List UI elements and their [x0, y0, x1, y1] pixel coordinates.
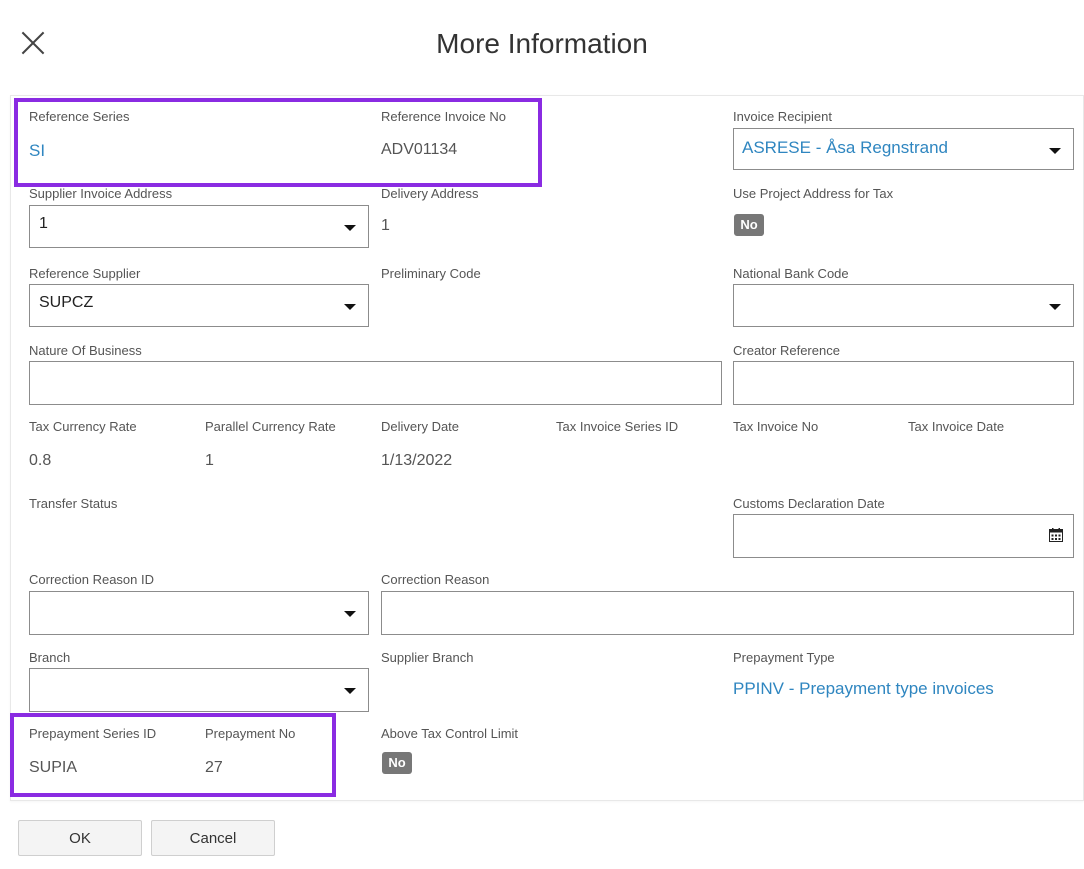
- prepayment-no-value: 27: [205, 759, 223, 776]
- tax-currency-rate-label: Tax Currency Rate: [29, 419, 137, 434]
- nature-of-business-label: Nature Of Business: [29, 343, 142, 358]
- tax-invoice-date-label: Tax Invoice Date: [908, 419, 1005, 434]
- prepayment-no-label: Prepayment No: [205, 726, 296, 741]
- prepayment-series-id-label: Prepayment Series ID: [29, 726, 157, 741]
- use-project-address-toggle[interactable]: No: [734, 214, 764, 236]
- chevron-down-icon: [344, 611, 356, 617]
- tax-currency-rate-value: 0.8: [29, 452, 52, 469]
- above-tax-control-limit-label: Above Tax Control Limit: [381, 726, 519, 741]
- prepayment-series-id-value: SUPIA: [29, 759, 78, 776]
- creator-reference-label: Creator Reference: [733, 343, 840, 358]
- transfer-status-label: Transfer Status: [29, 496, 118, 511]
- national-bank-code-select[interactable]: [733, 284, 1074, 327]
- preliminary-code-label: Preliminary Code: [381, 266, 481, 281]
- invoice-recipient-label: Invoice Recipient: [733, 109, 832, 124]
- supplier-branch-label: Supplier Branch: [381, 650, 474, 665]
- parallel-currency-rate-label: Parallel Currency Rate: [205, 419, 336, 434]
- delivery-date-value: 1/13/2022: [381, 452, 453, 469]
- delivery-date-label: Delivery Date: [381, 419, 460, 434]
- supplier-invoice-address-value: 1: [39, 215, 48, 232]
- delivery-address-label: Delivery Address: [381, 186, 479, 201]
- ok-button[interactable]: OK: [18, 820, 142, 856]
- reference-supplier-label: Reference Supplier: [29, 266, 141, 281]
- chevron-down-icon: [1049, 304, 1061, 310]
- reference-invoice-no-label: Reference Invoice No: [381, 109, 507, 124]
- chevron-down-icon: [344, 304, 356, 310]
- national-bank-code-label: National Bank Code: [733, 266, 849, 281]
- creator-reference-input[interactable]: [733, 361, 1074, 405]
- tax-invoice-series-id-label: Tax Invoice Series ID: [556, 419, 679, 434]
- supplier-invoice-address-label: Supplier Invoice Address: [29, 186, 173, 201]
- supplier-invoice-address-select[interactable]: 1: [29, 205, 369, 248]
- cancel-button[interactable]: Cancel: [151, 820, 275, 856]
- parallel-currency-rate-value: 1: [205, 452, 214, 469]
- correction-reason-input[interactable]: [381, 591, 1074, 635]
- delivery-address-value: 1: [381, 217, 390, 234]
- invoice-recipient-value: ASRESE - Åsa Regnstrand: [742, 138, 948, 157]
- correction-reason-id-label: Correction Reason ID: [29, 572, 154, 587]
- customs-declaration-date-input[interactable]: [733, 514, 1074, 558]
- reference-invoice-no-value: ADV01134: [381, 141, 458, 158]
- reference-supplier-select[interactable]: SUPCZ: [29, 284, 369, 327]
- prepayment-type-link[interactable]: PPINV - Prepayment type invoices: [733, 679, 994, 699]
- nature-of-business-input[interactable]: [29, 361, 722, 405]
- correction-reason-label: Correction Reason: [381, 572, 490, 587]
- reference-supplier-value: SUPCZ: [39, 294, 94, 311]
- form-panel: Reference Series SI Reference Invoice No…: [10, 95, 1084, 801]
- chevron-down-icon: [1049, 148, 1061, 154]
- above-tax-control-limit-toggle[interactable]: No: [382, 752, 412, 774]
- dialog-title: More Information: [436, 28, 648, 59]
- tax-invoice-no-label: Tax Invoice No: [733, 419, 819, 434]
- chevron-down-icon: [344, 688, 356, 694]
- branch-select[interactable]: [29, 668, 369, 712]
- calendar-icon[interactable]: [1049, 528, 1063, 542]
- invoice-recipient-select[interactable]: ASRESE - Åsa Regnstrand: [733, 128, 1074, 170]
- reference-series-link[interactable]: SI: [29, 141, 45, 161]
- customs-declaration-date-label: Customs Declaration Date: [733, 496, 885, 511]
- correction-reason-id-select[interactable]: [29, 591, 369, 635]
- prepayment-type-label: Prepayment Type: [733, 650, 835, 665]
- use-project-address-label: Use Project Address for Tax: [733, 186, 894, 201]
- branch-label: Branch: [29, 650, 71, 665]
- chevron-down-icon: [344, 225, 356, 231]
- reference-series-label: Reference Series: [29, 109, 130, 124]
